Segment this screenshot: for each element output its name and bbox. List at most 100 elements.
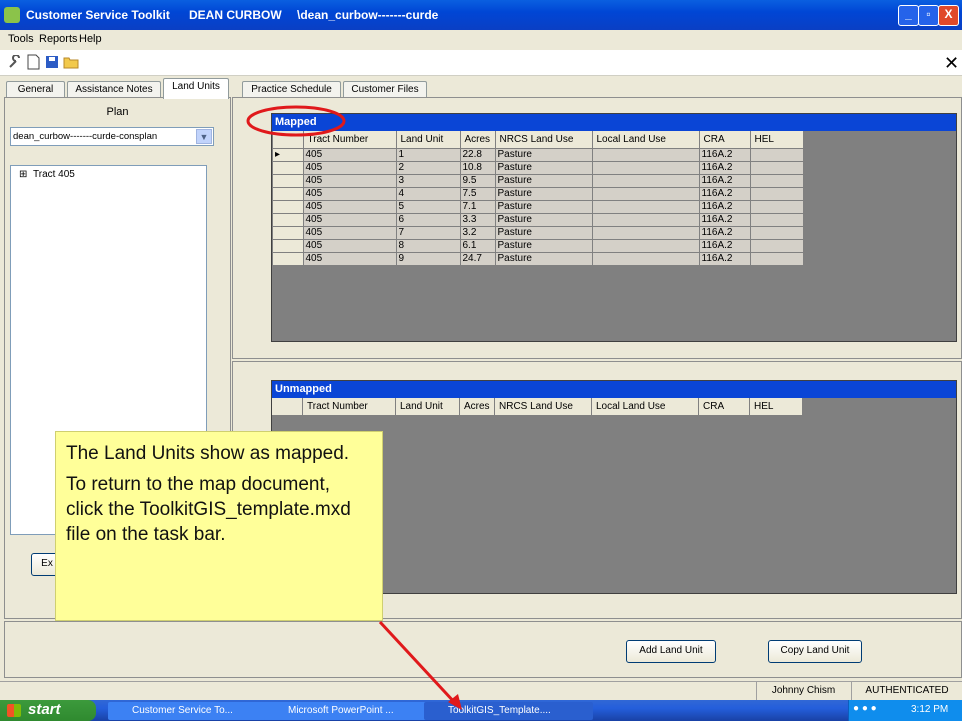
tab-customer-files[interactable]: Customer Files — [343, 81, 427, 98]
table-cell[interactable]: 1 — [395, 148, 461, 162]
table-cell[interactable] — [749, 239, 804, 253]
table-cell[interactable]: Pasture — [494, 174, 593, 188]
table-cell[interactable]: Pasture — [494, 148, 593, 162]
table-cell[interactable]: 6 — [395, 213, 461, 227]
table-cell[interactable] — [591, 174, 700, 188]
col-acres[interactable]: Acres — [460, 131, 496, 149]
table-cell[interactable]: Pasture — [494, 239, 593, 253]
table-cell[interactable]: Pasture — [494, 200, 593, 214]
taskbar-item-customer-service[interactable]: Customer Service To... — [108, 702, 280, 720]
minimize-button[interactable]: _ — [898, 5, 919, 26]
col-nrcs-land-use[interactable]: NRCS Land Use — [495, 131, 593, 149]
close-window-button[interactable]: X — [938, 5, 959, 26]
table-cell[interactable] — [749, 148, 804, 162]
table-cell[interactable]: 10.8 — [459, 161, 496, 175]
copy-land-unit-button[interactable]: Copy Land Unit — [768, 640, 862, 663]
row-selector[interactable] — [272, 200, 304, 214]
col-land-unit[interactable]: Land Unit — [396, 131, 461, 149]
table-cell[interactable]: 22.8 — [459, 148, 496, 162]
row-selector[interactable] — [272, 174, 304, 188]
tab-assistance-notes[interactable]: Assistance Notes — [67, 81, 161, 98]
table-cell[interactable]: 3.2 — [459, 226, 496, 240]
table-cell[interactable]: 5 — [395, 200, 461, 214]
table-cell[interactable] — [749, 174, 804, 188]
table-cell[interactable]: 405 — [302, 161, 397, 175]
table-cell[interactable] — [749, 252, 804, 266]
col-local-land-use[interactable]: Local Land Use — [592, 131, 700, 149]
row-selector[interactable] — [272, 252, 304, 266]
table-cell[interactable]: 116A.2 — [698, 187, 751, 201]
table-cell[interactable]: 8 — [395, 239, 461, 253]
table-cell[interactable]: 405 — [302, 226, 397, 240]
tab-practice-schedule[interactable]: Practice Schedule — [242, 81, 341, 98]
chevron-down-icon[interactable]: ▼ — [196, 129, 212, 144]
table-cell[interactable] — [749, 187, 804, 201]
table-row[interactable]: 405 9 24.7 Pasture 116A.2 — [272, 252, 804, 266]
table-cell[interactable] — [591, 226, 700, 240]
table-row[interactable]: 405 2 10.8 Pasture 116A.2 — [272, 161, 804, 175]
table-cell[interactable]: 116A.2 — [698, 174, 751, 188]
table-cell[interactable]: Pasture — [494, 187, 593, 201]
table-cell[interactable] — [749, 161, 804, 175]
table-cell[interactable]: 405 — [302, 239, 397, 253]
table-cell[interactable]: 9.5 — [459, 174, 496, 188]
maximize-button[interactable]: ▫ — [918, 5, 939, 26]
table-cell[interactable]: 116A.2 — [698, 226, 751, 240]
plan-select[interactable]: dean_curbow-------curde-consplan ▼ — [10, 127, 214, 146]
table-cell[interactable]: 405 — [302, 174, 397, 188]
table-cell[interactable]: 24.7 — [459, 252, 496, 266]
col-hel[interactable]: HEL — [750, 131, 804, 149]
wrench-icon[interactable] — [8, 55, 22, 69]
close-form-icon[interactable]: ✕ — [944, 53, 959, 74]
table-cell[interactable]: 116A.2 — [698, 213, 751, 227]
col-nrcs-land-use[interactable]: NRCS Land Use — [494, 398, 592, 416]
table-cell[interactable]: 7.1 — [459, 200, 496, 214]
tree-expand-icon[interactable]: ⊞ — [19, 169, 27, 180]
row-selector[interactable] — [272, 187, 304, 201]
save-icon[interactable] — [45, 55, 59, 69]
tray-icons[interactable]: ● ● ● — [853, 703, 877, 714]
open-folder-icon[interactable] — [63, 55, 79, 69]
add-land-unit-button[interactable]: Add Land Unit — [626, 640, 716, 663]
col-local-land-use[interactable]: Local Land Use — [591, 398, 699, 416]
table-cell[interactable]: 3 — [395, 174, 461, 188]
table-cell[interactable] — [749, 226, 804, 240]
table-cell[interactable]: Pasture — [494, 226, 593, 240]
table-cell[interactable] — [591, 200, 700, 214]
col-hel[interactable]: HEL — [749, 398, 803, 416]
col-acres[interactable]: Acres — [459, 398, 495, 416]
table-cell[interactable]: Pasture — [494, 161, 593, 175]
table-cell[interactable] — [591, 148, 700, 162]
table-cell[interactable]: 116A.2 — [698, 200, 751, 214]
table-cell[interactable]: 3.3 — [459, 213, 496, 227]
table-row[interactable]: 405 8 6.1 Pasture 116A.2 — [272, 239, 804, 253]
row-selector[interactable] — [272, 239, 304, 253]
tab-land-units[interactable]: Land Units — [163, 78, 229, 99]
menu-reports[interactable]: Reports — [39, 33, 78, 45]
menu-tools[interactable]: Tools — [8, 33, 34, 45]
table-cell[interactable] — [591, 161, 700, 175]
table-cell[interactable]: 7.5 — [459, 187, 496, 201]
table-cell[interactable]: 2 — [395, 161, 461, 175]
new-document-icon[interactable] — [27, 54, 40, 70]
table-cell[interactable] — [591, 239, 700, 253]
col-tract-number[interactable]: Tract Number — [302, 398, 396, 416]
table-cell[interactable] — [749, 213, 804, 227]
row-selector[interactable] — [272, 213, 304, 227]
col-land-unit[interactable]: Land Unit — [395, 398, 460, 416]
table-cell[interactable]: 116A.2 — [698, 239, 751, 253]
table-row[interactable]: 405 6 3.3 Pasture 116A.2 — [272, 213, 804, 227]
tab-general[interactable]: General — [6, 81, 65, 98]
table-cell[interactable]: 405 — [302, 187, 397, 201]
row-selector[interactable]: ▸ — [272, 148, 304, 162]
table-cell[interactable]: 116A.2 — [698, 161, 751, 175]
table-cell[interactable]: 7 — [395, 226, 461, 240]
table-cell[interactable] — [591, 187, 700, 201]
col-cra[interactable]: CRA — [698, 398, 750, 416]
tree-item-tract[interactable]: Tract 405 — [33, 169, 75, 180]
table-cell[interactable]: 116A.2 — [698, 252, 751, 266]
table-cell[interactable] — [591, 213, 700, 227]
table-cell[interactable]: 4 — [395, 187, 461, 201]
row-selector[interactable] — [272, 226, 304, 240]
table-cell[interactable]: 405 — [302, 148, 397, 162]
